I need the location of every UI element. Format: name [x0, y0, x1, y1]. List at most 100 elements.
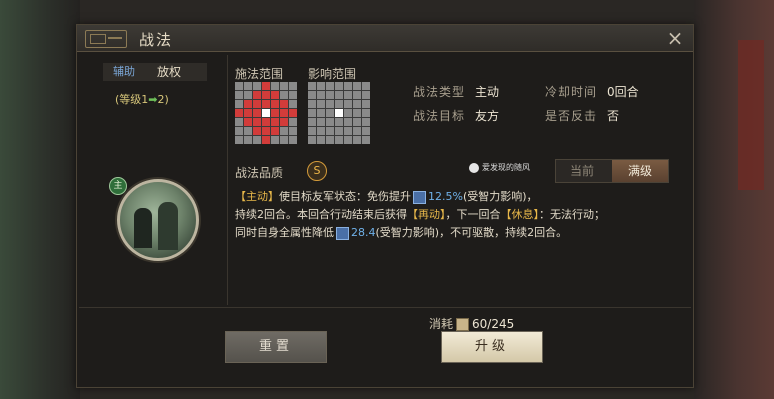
watermark-text: 爱发现的随风 — [482, 163, 530, 172]
intellect-gem-icon — [336, 226, 349, 240]
grid-cell — [280, 100, 288, 108]
active-tag: 【主动】 — [235, 190, 279, 203]
cast-range-label: 施法范围 — [235, 67, 284, 81]
upgrade-button[interactable]: 升级 — [441, 331, 543, 363]
rest-tag: 【休息】 — [500, 208, 540, 221]
grid-cell — [344, 82, 352, 90]
grid-cell — [335, 91, 343, 99]
level-toggle: 当前 满级 — [555, 159, 669, 183]
grid-cell — [235, 118, 243, 126]
grid-cell — [244, 109, 252, 117]
grid-cell — [253, 82, 261, 90]
quality-label: 战法品质 — [235, 166, 284, 180]
grid-cell — [235, 109, 243, 117]
grid-cell — [253, 127, 261, 135]
grid-cell — [262, 109, 270, 117]
grid-cell — [344, 127, 352, 135]
grid-cell — [317, 136, 325, 144]
desc-text: 状态：免伤提升 — [334, 190, 411, 203]
desc-text: 同时自身全属性降低 — [235, 226, 334, 239]
grid-cell — [317, 127, 325, 135]
grid-cell — [353, 91, 361, 99]
grid-cell — [235, 82, 243, 90]
effect-range-label: 影响范围 — [308, 67, 357, 81]
grid-cell — [289, 136, 297, 144]
column-divider — [227, 55, 228, 305]
grid-cell — [262, 91, 270, 99]
grid-cell — [353, 109, 361, 117]
grid-cell — [362, 118, 370, 126]
backdrop-top — [0, 0, 774, 20]
grid-cell — [280, 127, 288, 135]
grid-cell — [362, 100, 370, 108]
grid-cell — [262, 118, 270, 126]
tactic-portrait[interactable] — [117, 179, 199, 261]
grid-cell — [353, 136, 361, 144]
grid-cell — [253, 118, 261, 126]
grid-cell — [271, 127, 279, 135]
level-indicator: (等级1➡2) — [115, 91, 169, 107]
grid-cell — [289, 127, 297, 135]
tactic-dialog: 战法 × 辅助 放权 (等级1➡2) 主 施法范围 影响范围 战法类型 主动 冷却… — [76, 24, 694, 388]
title-ornament-icon — [85, 30, 127, 48]
grid-cell — [335, 118, 343, 126]
effect-range-grid — [308, 82, 370, 144]
grid-cell — [344, 100, 352, 108]
grid-cell — [280, 91, 288, 99]
grid-cell — [344, 136, 352, 144]
grid-cell — [244, 118, 252, 126]
grid-cell — [362, 82, 370, 90]
counter-label: 是否反击 — [545, 109, 598, 123]
grid-cell — [362, 127, 370, 135]
grid-cell — [280, 118, 288, 126]
grid-cell — [289, 100, 297, 108]
damage-reduction-value: 12.5% — [428, 190, 463, 203]
grid-cell — [280, 136, 288, 144]
grid-cell — [326, 91, 334, 99]
grid-cell — [289, 118, 297, 126]
grid-cell — [235, 100, 243, 108]
level-to: 2) — [157, 93, 169, 106]
cooldown-field: 冷却时间 0回合 — [545, 83, 639, 100]
cost-value: 60/245 — [472, 317, 515, 331]
type-label: 战法类型 — [413, 85, 466, 99]
grid-cell — [335, 109, 343, 117]
desc-text: 持续2回合。本回合行动结束后获得 — [235, 208, 407, 221]
grid-cell — [271, 91, 279, 99]
watermark-icon — [469, 162, 479, 173]
tab-current-level[interactable]: 当前 — [556, 160, 608, 182]
grid-cell — [308, 100, 316, 108]
cast-range-grid — [235, 82, 297, 144]
tactic-name: 放权 — [157, 65, 182, 79]
grid-cell — [271, 136, 279, 144]
grid-cell — [317, 118, 325, 126]
intellect-gem-icon — [413, 190, 426, 204]
target-value: 友方 — [475, 109, 500, 123]
grid-cell — [326, 100, 334, 108]
grid-cell — [253, 136, 261, 144]
grid-cell — [317, 91, 325, 99]
tactic-description: 【主动】使目标友军状态：免伤提升 12.5%(受智力影响)， 持续2回合。本回合行… — [235, 188, 681, 242]
grid-cell — [271, 100, 279, 108]
grid-cell — [335, 127, 343, 135]
tab-max-level[interactable]: 满级 — [612, 160, 668, 182]
footer-divider — [79, 307, 691, 308]
grid-cell — [271, 109, 279, 117]
grid-cell — [280, 109, 288, 117]
counter-value: 否 — [607, 109, 620, 123]
reset-button[interactable]: 重置 — [225, 331, 327, 363]
close-icon[interactable]: × — [665, 28, 685, 48]
cooldown-value: 0回合 — [607, 85, 639, 99]
counter-field: 是否反击否 — [545, 107, 619, 124]
grid-cell — [326, 136, 334, 144]
arrow-right-icon: ➡ — [148, 93, 158, 106]
grid-cell — [244, 127, 252, 135]
grid-cell — [308, 109, 316, 117]
grid-cell — [308, 82, 316, 90]
grid-cell — [271, 118, 279, 126]
target-label: 战法目标 — [413, 109, 466, 123]
grid-cell — [353, 127, 361, 135]
desc-text: (受智力影响)，不可驱散，持续2回合。 — [375, 226, 568, 239]
grid-cell — [262, 82, 270, 90]
main-badge: 主 — [109, 177, 127, 195]
